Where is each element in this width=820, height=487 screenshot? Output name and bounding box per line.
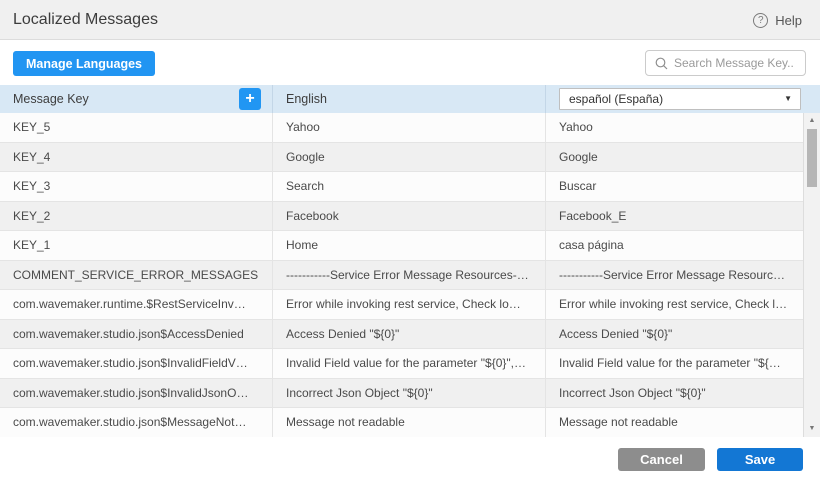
message-key-cell: KEY_4 — [0, 143, 272, 173]
table-header: Message Key + English español (España) ▼ — [0, 85, 820, 113]
toolbar: Manage Languages — [0, 41, 820, 85]
title-bar: Localized Messages ? Help — [0, 0, 820, 40]
message-key-cell: com.wavemaker.studio.json$InvalidJsonO… — [0, 379, 272, 409]
translation-cell[interactable]: Invalid Field value for the parameter "$… — [545, 349, 803, 379]
table-row: com.wavemaker.studio.json$MessageNot… Me… — [0, 408, 803, 437]
translation-cell[interactable]: -----------Service Error Message Resourc… — [545, 261, 803, 291]
translation-cell[interactable]: Message not readable — [545, 408, 803, 437]
manage-languages-button[interactable]: Manage Languages — [13, 51, 155, 76]
search-box — [645, 50, 806, 76]
message-key-cell: com.wavemaker.studio.json$AccessDenied — [0, 320, 272, 350]
english-cell[interactable]: Facebook — [272, 202, 545, 232]
translation-cell[interactable]: Google — [545, 143, 803, 173]
table-row: com.wavemaker.studio.json$AccessDenied A… — [0, 320, 803, 350]
search-input[interactable] — [674, 56, 794, 70]
english-cell[interactable]: Google — [272, 143, 545, 173]
table-row: COMMENT_SERVICE_ERROR_MESSAGES ---------… — [0, 261, 803, 291]
language-select-value: español (España) — [569, 85, 784, 113]
english-cell[interactable]: Yahoo — [272, 113, 545, 143]
message-key-cell: com.wavemaker.runtime.$RestServiceInv… — [0, 290, 272, 320]
help-label: Help — [775, 13, 802, 28]
translation-cell[interactable]: Incorrect Json Object "${0}" — [545, 379, 803, 409]
message-key-cell: KEY_2 — [0, 202, 272, 232]
english-label: English — [286, 92, 327, 106]
table-row: com.wavemaker.runtime.$RestServiceInv… E… — [0, 290, 803, 320]
scroll-up-icon[interactable]: ▲ — [804, 113, 820, 129]
scroll-down-icon[interactable]: ▼ — [804, 421, 820, 437]
table-row: KEY_1 Home casa página — [0, 231, 803, 261]
message-key-cell: com.wavemaker.studio.json$MessageNot… — [0, 408, 272, 437]
add-message-key-button[interactable]: + — [239, 88, 261, 110]
english-cell[interactable]: Home — [272, 231, 545, 261]
translation-cell[interactable]: Buscar — [545, 172, 803, 202]
save-button[interactable]: Save — [717, 448, 803, 471]
localized-messages-dialog: Localized Messages ? Help Manage Languag… — [0, 0, 820, 487]
search-icon — [655, 57, 668, 70]
message-key-cell: KEY_5 — [0, 113, 272, 143]
message-key-cell: COMMENT_SERVICE_ERROR_MESSAGES — [0, 261, 272, 291]
translation-cell[interactable]: Facebook_E — [545, 202, 803, 232]
english-cell[interactable]: Access Denied "${0}" — [272, 320, 545, 350]
column-header-message-key: Message Key + — [0, 85, 272, 113]
scrollbar-thumb[interactable] — [807, 129, 817, 187]
table-row: KEY_2 Facebook Facebook_E — [0, 202, 803, 232]
messages-table-body: KEY_5 Yahoo Yahoo KEY_4 Google Google KE… — [0, 113, 803, 437]
english-cell[interactable]: Invalid Field value for the parameter "$… — [272, 349, 545, 379]
message-key-label: Message Key — [13, 92, 89, 106]
table-row: KEY_3 Search Buscar — [0, 172, 803, 202]
page-title: Localized Messages — [13, 0, 158, 40]
translation-cell[interactable]: casa página — [545, 231, 803, 261]
translation-cell[interactable]: Error while invoking rest service, Check… — [545, 290, 803, 320]
vertical-scrollbar[interactable]: ▲ ▼ — [803, 113, 820, 437]
english-cell[interactable]: Incorrect Json Object "${0}" — [272, 379, 545, 409]
column-header-language: español (España) ▼ — [545, 85, 820, 113]
cancel-button[interactable]: Cancel — [618, 448, 705, 471]
message-key-cell: KEY_1 — [0, 231, 272, 261]
language-select[interactable]: español (España) ▼ — [559, 88, 801, 110]
dialog-footer: Cancel Save — [0, 437, 820, 487]
table-row: KEY_5 Yahoo Yahoo — [0, 113, 803, 143]
table-row: com.wavemaker.studio.json$InvalidJsonO… … — [0, 379, 803, 409]
message-key-cell: com.wavemaker.studio.json$InvalidFieldV… — [0, 349, 272, 379]
english-cell[interactable]: Error while invoking rest service, Check… — [272, 290, 545, 320]
english-cell[interactable]: Message not readable — [272, 408, 545, 437]
english-cell[interactable]: -----------Service Error Message Resourc… — [272, 261, 545, 291]
table-row: com.wavemaker.studio.json$InvalidFieldV…… — [0, 349, 803, 379]
chevron-down-icon: ▼ — [784, 85, 792, 113]
translation-cell[interactable]: Access Denied "${0}" — [545, 320, 803, 350]
column-header-english: English — [272, 85, 545, 113]
help-button[interactable]: ? Help — [753, 0, 802, 40]
english-cell[interactable]: Search — [272, 172, 545, 202]
question-circle-icon: ? — [753, 13, 768, 28]
translation-cell[interactable]: Yahoo — [545, 113, 803, 143]
message-key-cell: KEY_3 — [0, 172, 272, 202]
table-row: KEY_4 Google Google — [0, 143, 803, 173]
